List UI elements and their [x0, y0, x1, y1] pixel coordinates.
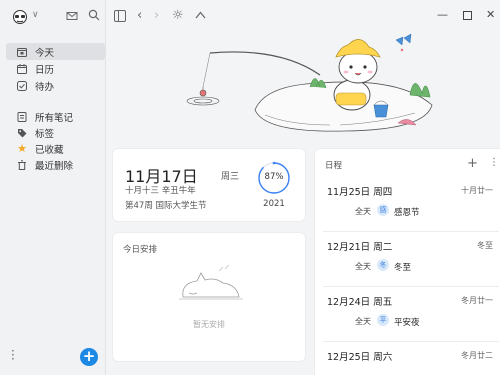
calendar-today-icon: [16, 46, 28, 58]
sidebar-item-label: 最近删除: [35, 160, 74, 172]
sidebar-item-label: 所有笔记: [35, 112, 74, 124]
close-icon[interactable]: ✕: [486, 8, 495, 21]
date-card[interactable]: 11月17日 周三 十月十三 辛丑牛年 第47周 国际大学生节 87% 2021: [112, 148, 306, 222]
fishing-cat-illustration: [186, 33, 433, 132]
current-weekday: 周三: [221, 172, 240, 182]
event-lunar-date: 冬至: [477, 241, 493, 250]
event-date: 12月24日 周五: [327, 297, 393, 308]
brightness-icon[interactable]: ☼: [172, 9, 184, 22]
lunar-date: 十月十三 辛丑牛年: [125, 186, 196, 196]
sidebar-item-all-notes[interactable]: 所有笔记: [6, 108, 105, 125]
divider: [323, 341, 499, 342]
sidebar-item-label: 待办: [35, 81, 55, 93]
sidebar-item-today[interactable]: 今天: [6, 43, 105, 60]
event-date: 12月21日 周二: [327, 242, 393, 253]
sidebar-item-starred[interactable]: ★ 已收藏: [6, 140, 105, 157]
week-info: 第47周 国际大学生节: [125, 201, 207, 211]
schedule-card: 日程 + ⋮ 11月25日 周四 十月廿一 全天 感 感恩节 12月21日 周二…: [314, 148, 500, 375]
sidebar-header: ∨: [8, 8, 100, 26]
forward-arrow-icon[interactable]: ›: [154, 9, 159, 22]
minimize-icon[interactable]: —: [437, 8, 448, 21]
checkbox-icon: [16, 80, 28, 92]
event-date: 11月25日 周四: [327, 187, 393, 198]
today-schedule-card[interactable]: 今日安排 暂无安排: [112, 232, 306, 362]
event-lunar-date: 十月廿一: [461, 186, 493, 195]
more-vertical-icon[interactable]: · · ·: [11, 345, 15, 365]
sidebar-item-label: 已收藏: [35, 144, 64, 156]
event-date: 12月25日 周六: [327, 352, 393, 363]
sidebar-toggle-icon[interactable]: [114, 10, 126, 22]
event-badge: 冬: [377, 259, 389, 271]
note-icon: [16, 111, 28, 123]
sidebar-item-calendar[interactable]: 日历: [6, 60, 105, 77]
tag-icon: [16, 127, 28, 139]
divider: [323, 231, 499, 232]
event-allday: 全天: [355, 207, 371, 216]
event-name: 平安夜: [394, 318, 420, 328]
back-arrow-icon[interactable]: ‹: [137, 9, 142, 22]
sidebar: ∨ 今天 日历 待办 所有笔记 标签 ★ 已收藏 最近删除 · · · +: [0, 0, 106, 375]
trash-icon: [16, 159, 28, 171]
event-badge: 平: [377, 314, 389, 326]
mail-icon[interactable]: [66, 10, 78, 22]
schedule-title: 日程: [325, 161, 343, 171]
search-icon[interactable]: [88, 9, 100, 21]
sleeping-cat-illustration: [179, 264, 243, 300]
sidebar-item-label: 日历: [35, 64, 55, 76]
sidebar-item-recently-deleted[interactable]: 最近删除: [6, 156, 105, 173]
empty-state-text: 暂无安排: [193, 320, 225, 329]
event-allday: 全天: [355, 262, 371, 271]
event-name: 冬至: [394, 263, 412, 273]
sidebar-item-label: 今天: [35, 47, 55, 59]
event-badge: 感: [377, 204, 389, 216]
calendar-icon: [16, 63, 28, 75]
sidebar-item-label: 标签: [35, 128, 55, 140]
chevron-down-icon[interactable]: ∨: [32, 10, 39, 20]
today-schedule-title: 今日安排: [123, 245, 158, 255]
year-progress-percent: 87%: [264, 172, 284, 182]
avatar[interactable]: [12, 10, 28, 24]
event-lunar-date: 冬月廿一: [461, 296, 493, 305]
year-label: 2021: [263, 199, 285, 209]
more-vertical-icon[interactable]: ⋮: [489, 157, 499, 168]
maximize-icon[interactable]: [463, 11, 472, 20]
event-lunar-date: 冬月廿二: [461, 351, 493, 360]
add-button[interactable]: +: [80, 348, 98, 366]
divider: [323, 286, 499, 287]
event-allday: 全天: [355, 317, 371, 326]
event-name: 感恩节: [394, 208, 420, 218]
chevron-up-icon[interactable]: [195, 11, 206, 19]
star-icon: ★: [17, 142, 27, 155]
sidebar-item-todo[interactable]: 待办: [6, 77, 105, 94]
add-event-icon[interactable]: +: [467, 156, 478, 171]
sidebar-item-tags[interactable]: 标签: [6, 124, 105, 141]
